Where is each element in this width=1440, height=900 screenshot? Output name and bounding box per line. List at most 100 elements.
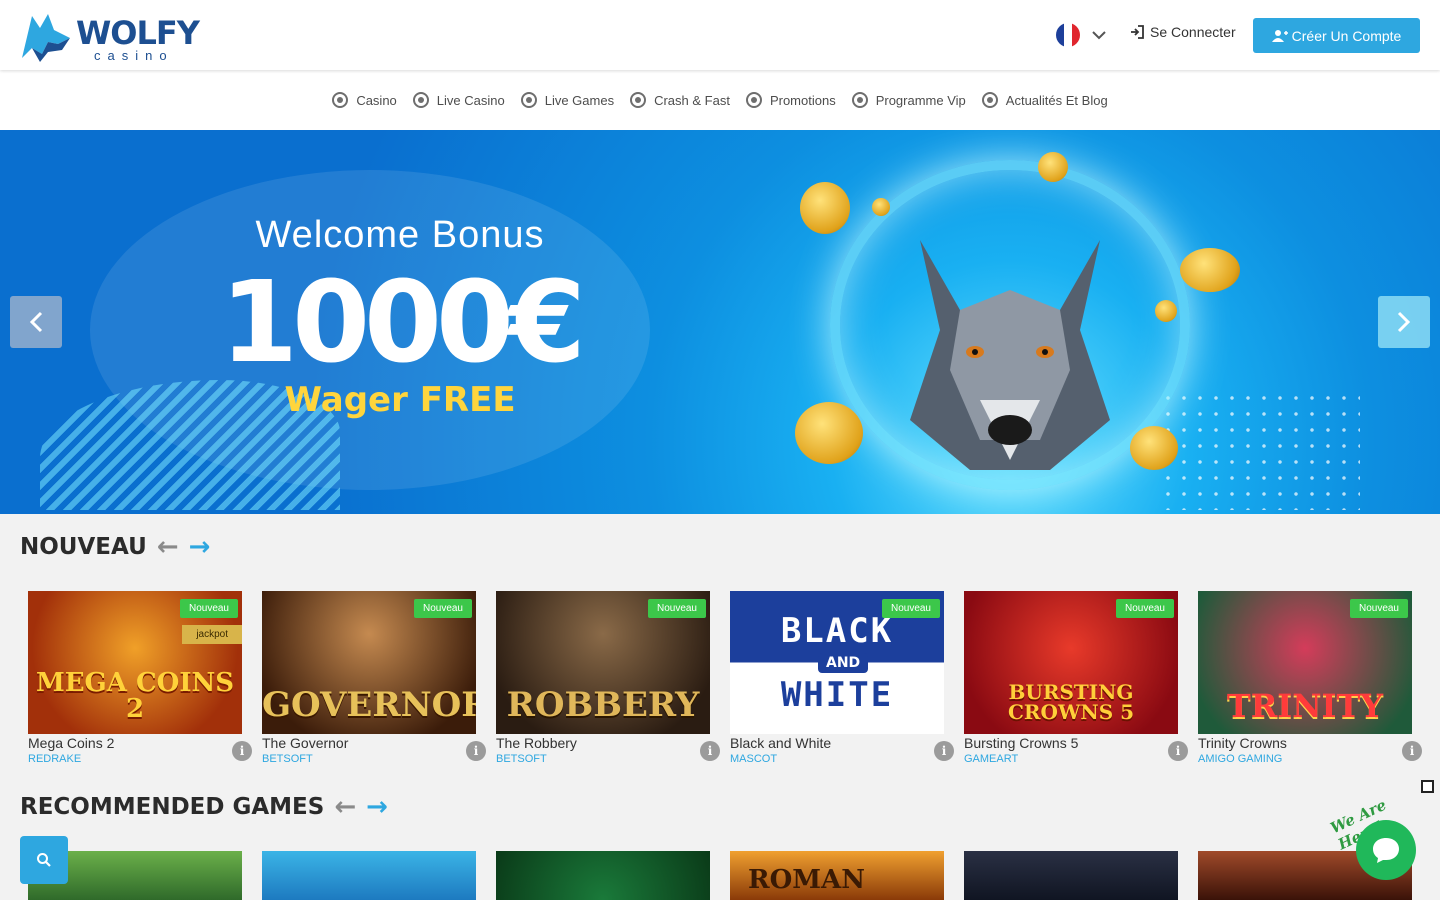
- info-icon[interactable]: i: [934, 741, 954, 761]
- game-thumbnail[interactable]: ROBBERY Nouveau: [496, 591, 710, 734]
- nav-label: Live Casino: [436, 92, 505, 108]
- game-art-text: WHITE: [780, 675, 894, 715]
- megaphone-icon: [981, 92, 998, 108]
- game-art-text: GOVERNOR: [262, 685, 476, 725]
- arrow-left-icon[interactable]: ←: [157, 534, 179, 560]
- nav-item-blog[interactable]: Actualités Et Blog: [981, 92, 1108, 108]
- search-button[interactable]: [20, 836, 68, 884]
- game-card[interactable]: [262, 851, 476, 900]
- arrow-left-icon[interactable]: ←: [334, 794, 356, 820]
- arrow-right-icon[interactable]: →: [366, 794, 388, 820]
- section-title: RECOMMENDED GAMES: [20, 794, 325, 820]
- nav-item-vip[interactable]: Programme Vip: [851, 92, 966, 108]
- casino-chip-icon: [332, 92, 349, 108]
- hero-amount: 1000€: [220, 258, 586, 388]
- game-provider[interactable]: AMIGO GAMING: [1198, 753, 1282, 765]
- chevron-right-icon: [1397, 311, 1411, 333]
- chevron-left-icon: [29, 311, 43, 333]
- gift-icon: [745, 92, 762, 108]
- register-button[interactable]: Créer Un Compte: [1253, 18, 1420, 53]
- game-provider[interactable]: MASCOT: [730, 753, 777, 765]
- gold-coin: [1038, 152, 1068, 182]
- site-header: WOLFY casino Se Connecter Créer Un Compt…: [0, 0, 1440, 70]
- game-card[interactable]: [964, 851, 1178, 900]
- gold-coin: [795, 402, 863, 464]
- new-badge: Nouveau: [413, 599, 472, 618]
- nav-item-live-games[interactable]: Live Games: [520, 92, 614, 108]
- section-title: NOUVEAU: [20, 534, 147, 560]
- recommended-games-heading: RECOMMENDED GAMES ← →: [20, 794, 388, 820]
- game-name: Bursting Crowns 5: [964, 735, 1079, 751]
- game-card[interactable]: MEGA COINS 2 Nouveau jackpot Mega Coins …: [28, 591, 252, 765]
- gold-coin: [800, 182, 850, 234]
- game-art-text: TRINITY: [1226, 687, 1384, 725]
- game-card[interactable]: TRINITY Nouveau Trinity Crowns AMIGO GAM…: [1198, 591, 1422, 765]
- hero-prev-button[interactable]: [10, 296, 62, 348]
- game-card[interactable]: BLACK AND WHITE Nouveau Black and White …: [730, 591, 954, 765]
- game-card[interactable]: GOVERNOR Nouveau The Governor BETSOFT i: [262, 591, 486, 765]
- game-name: Trinity Crowns: [1198, 735, 1287, 751]
- jackpot-badge: jackpot: [182, 625, 242, 644]
- chevron-down-icon: [1092, 31, 1106, 40]
- hero-next-button[interactable]: [1378, 296, 1430, 348]
- game-art-text: ROMAN: [748, 865, 865, 895]
- game-provider[interactable]: BETSOFT: [262, 753, 313, 765]
- login-button[interactable]: Se Connecter: [1130, 24, 1236, 40]
- sign-in-icon: [1131, 25, 1144, 39]
- info-icon[interactable]: i: [1168, 741, 1188, 761]
- game-card[interactable]: ROMAN: [730, 851, 944, 900]
- info-icon[interactable]: i: [466, 741, 486, 761]
- hero-subtitle: Wager FREE: [284, 380, 516, 420]
- arrow-right-icon[interactable]: →: [189, 534, 211, 560]
- game-art-text: MEGA COINS 2: [35, 668, 235, 724]
- game-art-text: AND: [818, 653, 869, 673]
- info-icon[interactable]: i: [1402, 741, 1422, 761]
- hero-dots-decoration: [1160, 390, 1360, 510]
- new-badge: Nouveau: [1349, 599, 1408, 618]
- nav-label: Actualités Et Blog: [1005, 92, 1108, 108]
- nav-item-casino[interactable]: Casino: [332, 92, 397, 108]
- gold-coin: [1130, 426, 1178, 470]
- game-card[interactable]: BURSTING CROWNS 5 Nouveau Bursting Crown…: [964, 591, 1188, 765]
- game-provider[interactable]: GAMEART: [964, 753, 1018, 765]
- info-icon[interactable]: i: [700, 741, 720, 761]
- live-casino-icon: [412, 92, 429, 108]
- game-thumbnail[interactable]: BLACK AND WHITE Nouveau: [730, 591, 944, 734]
- game-card[interactable]: ROBBERY Nouveau The Robbery BETSOFT i: [496, 591, 720, 765]
- logo-wordmark: WOLFY: [76, 14, 200, 52]
- wolfy-logo[interactable]: WOLFY casino: [18, 8, 200, 64]
- gold-coin: [1155, 300, 1177, 322]
- hero-banner[interactable]: Welcome Bonus 1000€ Wager FREE: [0, 130, 1440, 514]
- live-games-icon: [520, 92, 537, 108]
- hero-title: Welcome Bonus: [255, 214, 545, 256]
- language-selector[interactable]: [1056, 21, 1108, 49]
- game-thumbnail[interactable]: TRINITY Nouveau: [1198, 591, 1412, 734]
- gold-coin: [1180, 248, 1240, 292]
- game-art-text: BURSTING CROWNS 5: [1007, 680, 1135, 724]
- nav-item-promotions[interactable]: Promotions: [745, 92, 836, 108]
- chat-button[interactable]: [1356, 820, 1416, 880]
- game-name: Mega Coins 2: [28, 735, 115, 751]
- add-user-icon: [1271, 29, 1288, 42]
- rocket-icon: [630, 92, 647, 108]
- nav-label: Promotions: [769, 92, 836, 108]
- crown-icon: [851, 92, 868, 108]
- game-provider[interactable]: BETSOFT: [496, 753, 547, 765]
- nav-label: Casino: [356, 92, 397, 108]
- chat-bubble-icon: [1373, 838, 1399, 863]
- nav-item-crash-fast[interactable]: Crash & Fast: [630, 92, 730, 108]
- game-provider[interactable]: REDRAKE: [28, 753, 81, 765]
- game-card[interactable]: [496, 851, 710, 900]
- wolf-head-icon: [22, 14, 70, 62]
- game-name: The Robbery: [496, 735, 577, 751]
- nav-item-live-casino[interactable]: Live Casino: [412, 92, 505, 108]
- info-icon[interactable]: i: [232, 741, 252, 761]
- wolf-illustration: [910, 240, 1110, 470]
- game-thumbnail[interactable]: GOVERNOR Nouveau: [262, 591, 476, 734]
- new-badge: Nouveau: [1115, 599, 1174, 618]
- game-thumbnail[interactable]: BURSTING CROWNS 5 Nouveau: [964, 591, 1178, 734]
- logo-tagline: casino: [94, 48, 174, 63]
- game-thumbnail[interactable]: MEGA COINS 2 Nouveau jackpot: [28, 591, 242, 734]
- fr-flag-icon: [1056, 23, 1080, 47]
- main-nav: Casino Live Casino Live Games Crash & Fa…: [0, 70, 1440, 130]
